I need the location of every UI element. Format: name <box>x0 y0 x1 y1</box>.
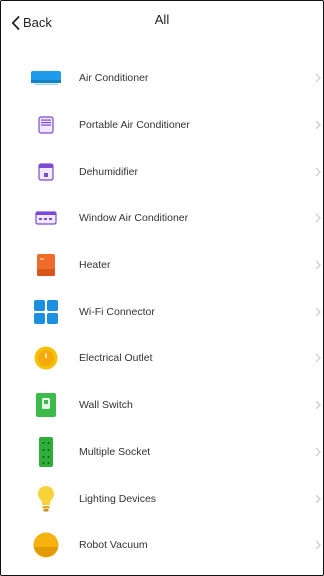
list-item-label: Electrical Outlet <box>79 352 153 365</box>
chevron-right-icon <box>315 167 321 177</box>
back-button[interactable]: Back <box>11 15 52 30</box>
list-item-heater[interactable]: Heater <box>1 242 323 289</box>
list-item-window-air-conditioner[interactable]: Window Air Conditioner <box>1 195 323 242</box>
window-air-conditioner-icon <box>31 203 61 233</box>
list-item-wall-switch[interactable]: Wall Switch <box>1 382 323 429</box>
chevron-right-icon <box>315 120 321 130</box>
list-item-dehumidifier[interactable]: Dehumidifier <box>1 148 323 195</box>
list-item-electrical-outlet[interactable]: Electrical Outlet <box>1 335 323 382</box>
device-list: Air Conditioner Portable Air Conditioner <box>1 55 323 569</box>
list-item-robot-vacuum[interactable]: Robot Vacuum <box>1 522 323 569</box>
list-item-multiple-socket[interactable]: Multiple Socket <box>1 429 323 476</box>
list-item-label: Robot Vacuum <box>79 539 148 552</box>
air-conditioner-icon <box>31 63 61 93</box>
list-item-label: Wi-Fi Connector <box>79 305 155 318</box>
list-item-portable-air-conditioner[interactable]: Portable Air Conditioner <box>1 102 323 149</box>
back-label: Back <box>23 15 52 30</box>
chevron-right-icon <box>315 260 321 270</box>
chevron-right-icon <box>315 447 321 457</box>
chevron-right-icon <box>315 73 321 83</box>
list-item-label: Wall Switch <box>79 399 133 412</box>
electrical-outlet-icon <box>31 343 61 373</box>
wifi-connector-icon <box>31 297 61 327</box>
list-item-label: Portable Air Conditioner <box>79 119 190 132</box>
list-item-label: Air Conditioner <box>79 72 149 85</box>
multiple-socket-icon <box>31 436 61 467</box>
chevron-right-icon <box>315 307 321 317</box>
list-item-label: Window Air Conditioner <box>79 212 189 225</box>
portable-air-conditioner-icon <box>31 110 61 140</box>
dehumidifier-icon <box>31 157 61 187</box>
list-item-wifi-connector[interactable]: Wi-Fi Connector <box>1 288 323 335</box>
chevron-right-icon <box>315 540 321 550</box>
page-title: All <box>154 11 170 27</box>
chevron-left-icon <box>11 15 20 30</box>
heater-icon <box>31 250 61 280</box>
navigation-bar: Back All <box>1 1 323 45</box>
chevron-right-icon <box>315 354 321 363</box>
chevron-right-icon <box>315 213 321 223</box>
app-frame: Back All Air Conditioner Portable Air Co… <box>0 0 324 576</box>
list-item-air-conditioner[interactable]: Air Conditioner <box>1 55 323 102</box>
list-item-lighting-devices[interactable]: Lighting Devices <box>1 475 323 522</box>
lighting-devices-icon <box>31 484 61 514</box>
chevron-right-icon <box>315 494 321 503</box>
list-item-label: Lighting Devices <box>79 492 157 505</box>
chevron-right-icon <box>315 400 321 410</box>
list-item-label: Dehumidifier <box>79 165 138 178</box>
robot-vacuum-icon <box>31 530 61 560</box>
wall-switch-icon <box>31 390 61 420</box>
list-item-label: Heater <box>79 259 111 272</box>
list-item-label: Multiple Socket <box>79 445 151 458</box>
